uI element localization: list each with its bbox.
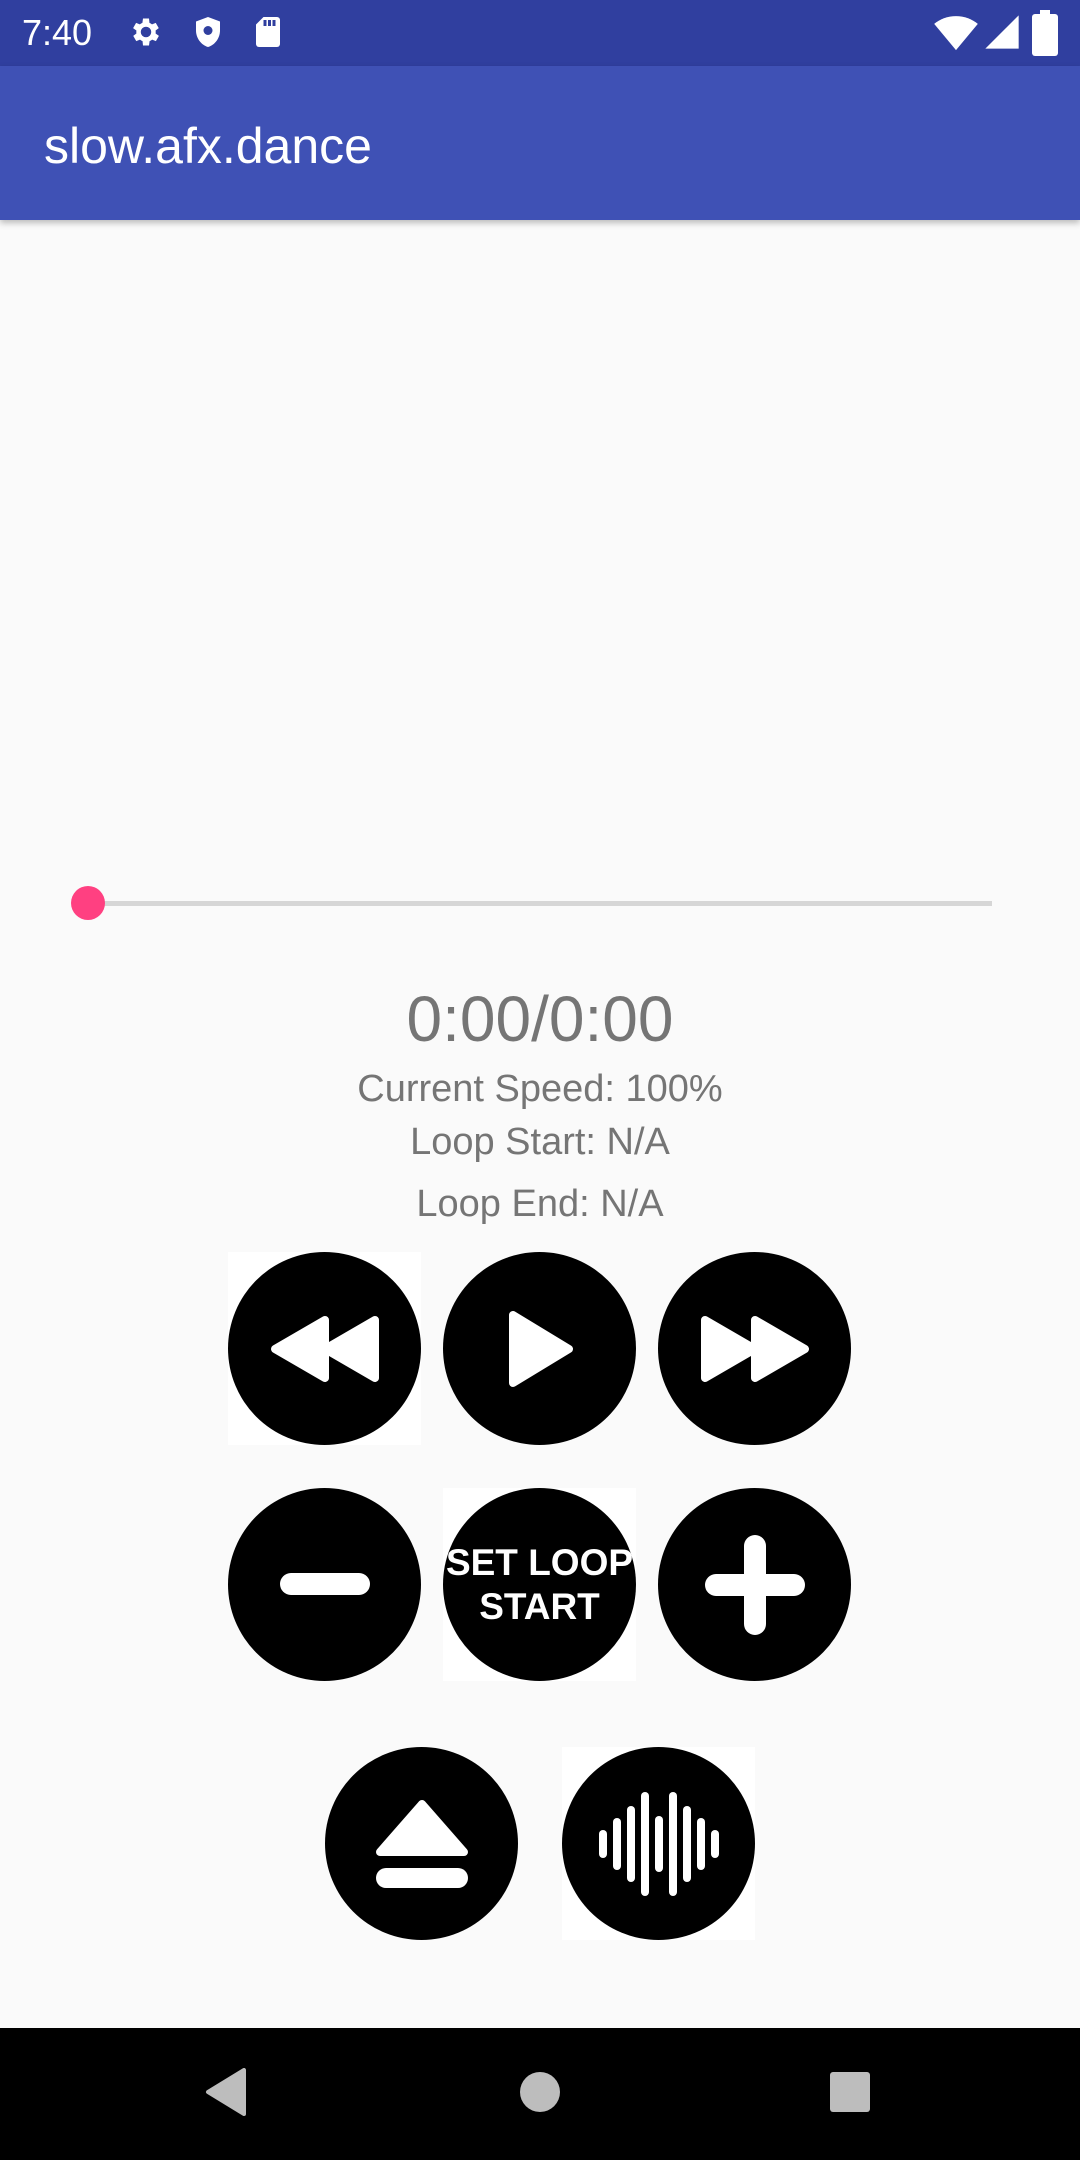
waveform-button[interactable] — [562, 1747, 755, 1940]
rewind-button[interactable] — [228, 1252, 421, 1445]
navigation-bar — [0, 2028, 1080, 2160]
status-time: 7:40 — [22, 12, 93, 53]
speed-up-button[interactable] — [658, 1488, 851, 1681]
play-icon — [505, 1309, 575, 1389]
plus-icon — [704, 1534, 805, 1635]
play-button[interactable] — [443, 1252, 636, 1445]
eject-icon — [372, 1798, 472, 1890]
shield-icon — [190, 14, 226, 50]
rewind-icon — [269, 1314, 381, 1384]
back-button[interactable] — [196, 2064, 256, 2124]
time-display: 0:00/0:00 — [406, 983, 674, 1055]
gear-icon — [128, 14, 164, 50]
sd-card-icon — [250, 14, 286, 50]
app-title: slow.afx.dance — [44, 118, 372, 174]
fast-forward-button[interactable] — [658, 1252, 851, 1445]
minus-icon — [279, 1572, 370, 1597]
seek-thumb[interactable] — [71, 886, 105, 920]
waveform-icon — [597, 1791, 721, 1896]
set-loop-start-label: SET LOOP START — [445, 1541, 634, 1627]
seek-bar[interactable] — [88, 901, 992, 906]
recents-button[interactable] — [820, 2064, 880, 2124]
loop-end-label: Loop End: N/A — [416, 1183, 664, 1225]
eject-button[interactable] — [325, 1747, 518, 1940]
speed-down-button[interactable] — [228, 1488, 421, 1681]
back-icon — [204, 2067, 248, 2121]
signal-icon — [982, 12, 1022, 52]
set-loop-start-button[interactable]: SET LOOP START — [443, 1488, 636, 1681]
status-bar: 7:40 — [0, 0, 1080, 66]
wifi-icon — [934, 12, 978, 52]
recents-icon — [829, 2071, 871, 2118]
fast-forward-icon — [699, 1314, 811, 1384]
loop-start-label: Loop Start: N/A — [410, 1121, 670, 1163]
home-button[interactable] — [510, 2064, 570, 2124]
home-icon — [519, 2071, 561, 2118]
battery-icon — [1032, 10, 1058, 56]
app-bar: slow.afx.dance — [0, 66, 1080, 220]
current-speed-label: Current Speed: 100% — [357, 1068, 723, 1110]
